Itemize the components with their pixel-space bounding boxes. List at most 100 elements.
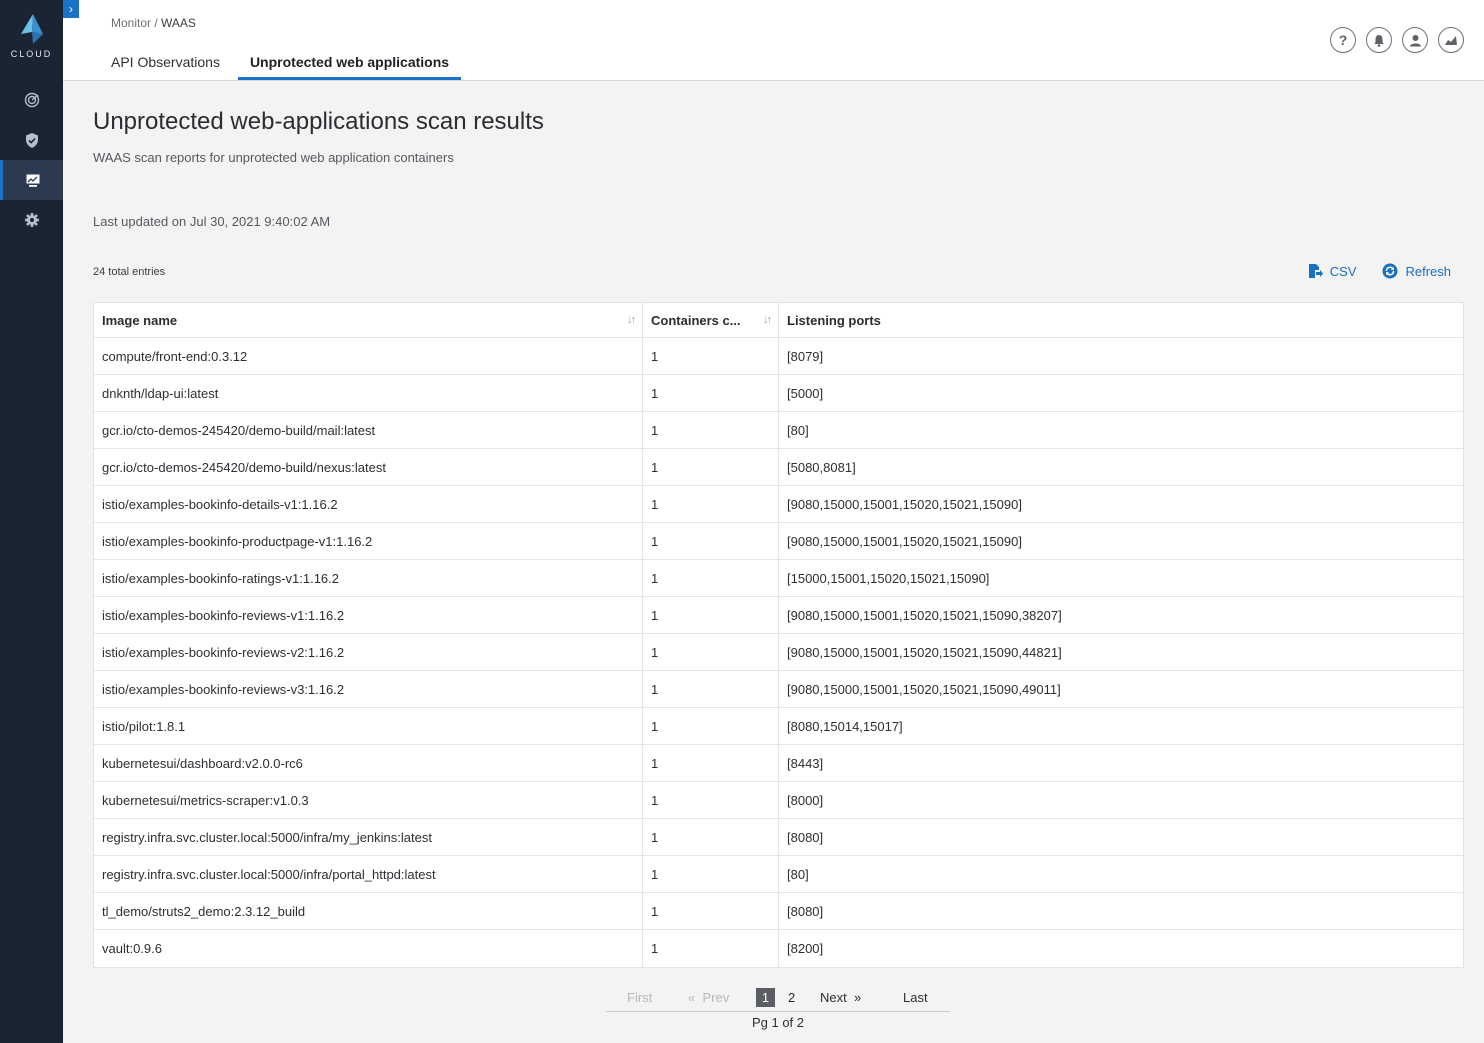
listening-ports-cell: [9080,15000,15001,15020,15021,15090]	[787, 496, 1022, 512]
image-name-cell: gcr.io/cto-demos-245420/demo-build/mail:…	[94, 412, 643, 448]
refresh-button[interactable]: Refresh	[1382, 263, 1451, 279]
help-icon[interactable]: ?	[1330, 27, 1356, 53]
listening-ports-cell: [80]	[787, 866, 809, 882]
image-name-cell: dnknth/ldap-ui:latest	[94, 375, 643, 411]
analytics-icon[interactable]	[1438, 27, 1464, 53]
table-row[interactable]: tl_demo/struts2_demo:2.3.12_build 1 [8080]	[94, 893, 1463, 930]
containers-count-cell: 1	[643, 412, 779, 448]
tab-unprotected-web-applications[interactable]: Unprotected web applications	[237, 46, 462, 80]
image-name-cell: istio/examples-bookinfo-details-v1:1.16.…	[94, 486, 643, 522]
table-row[interactable]: istio/examples-bookinfo-details-v1:1.16.…	[94, 486, 1463, 523]
user-icon[interactable]	[1402, 27, 1428, 53]
table-row[interactable]: istio/examples-bookinfo-productpage-v1:1…	[94, 523, 1463, 560]
tab-api-observations[interactable]: API Observations	[99, 46, 232, 80]
column-header-image-name[interactable]: Image name ↓↑	[94, 303, 643, 337]
sort-icon[interactable]: ↓↑	[763, 314, 772, 326]
containers-count-cell: 1	[643, 597, 779, 633]
image-name-cell: istio/examples-bookinfo-reviews-v1:1.16.…	[94, 597, 643, 633]
listening-ports-cell: [5080,8081]	[787, 459, 856, 475]
last-updated-text: Last updated on Jul 30, 2021 9:40:02 AM	[93, 214, 331, 229]
table-row[interactable]: kubernetesui/metrics-scraper:v1.0.3 1 [800…	[94, 782, 1463, 819]
sidebar-expand-button[interactable]: ›	[63, 0, 79, 18]
containers-count-cell: 1	[643, 856, 779, 892]
table-row[interactable]: gcr.io/cto-demos-245420/demo-build/mail:…	[94, 412, 1463, 449]
listening-ports-cell: [9080,15000,15001,15020,15021,15090,3820…	[787, 607, 1062, 623]
containers-count-cell: 1	[643, 449, 779, 485]
table-row[interactable]: istio/examples-bookinfo-reviews-v2:1.16.…	[94, 634, 1463, 671]
table-row[interactable]: istio/examples-bookinfo-ratings-v1:1.16.…	[94, 560, 1463, 597]
table-row[interactable]: istio/pilot:1.8.1 1 [8080,15014,15017]	[94, 708, 1463, 745]
listening-ports-cell: [8443]	[787, 755, 824, 771]
image-name-cell: istio/pilot:1.8.1	[94, 708, 643, 744]
containers-count-cell: 1	[643, 560, 779, 596]
logo[interactable]: CLOUD	[0, 14, 63, 59]
shield-icon	[25, 132, 38, 148]
listening-ports-cell: [9080,15000,15001,15020,15021,15090,4482…	[787, 644, 1062, 660]
monitor-icon	[26, 174, 40, 187]
alert-icon[interactable]	[1366, 27, 1392, 53]
listening-ports-cell: [8200]	[787, 941, 824, 956]
image-name-cell: kubernetesui/dashboard:v2.0.0-rc6	[94, 745, 643, 781]
listening-ports-cell: [8080,15014,15017]	[787, 718, 903, 734]
containers-count-cell: 1	[643, 671, 779, 707]
image-name-cell: tl_demo/struts2_demo:2.3.12_build	[94, 893, 643, 929]
breadcrumb: Monitor / WAAS	[111, 16, 196, 30]
last-page-button[interactable]: Last	[903, 990, 928, 1005]
tab-bar: API Observations Unprotected web applica…	[99, 46, 467, 80]
first-page-button[interactable]: First	[627, 990, 652, 1005]
containers-count-cell: 1	[643, 819, 779, 855]
listening-ports-cell: [8000]	[787, 792, 824, 808]
image-name-cell: registry.infra.svc.cluster.local:5000/in…	[94, 819, 643, 855]
csv-button[interactable]: CSV	[1307, 263, 1357, 279]
chevron-right-icon: ›	[69, 2, 73, 16]
image-name-cell: kubernetesui/metrics-scraper:v1.0.3	[94, 782, 643, 818]
column-header-containers-count[interactable]: Containers c... ↓↑	[643, 303, 779, 337]
table-row[interactable]: compute/front-end:0.3.12 1 [8079]	[94, 338, 1463, 375]
table-row[interactable]: dnknth/ldap-ui:latest 1 [5000]	[94, 375, 1463, 412]
image-name-cell: vault:0.9.6	[94, 930, 643, 967]
nav-defend[interactable]	[0, 120, 63, 160]
image-name-cell: compute/front-end:0.3.12	[94, 338, 643, 374]
containers-count-cell: 1	[643, 708, 779, 744]
breadcrumb-parent[interactable]: Monitor	[111, 16, 151, 30]
listening-ports-cell: [8080]	[787, 903, 824, 919]
image-name-cell: istio/examples-bookinfo-reviews-v3:1.16.…	[94, 671, 643, 707]
listening-ports-cell: [9080,15000,15001,15020,15021,15090,4901…	[787, 681, 1061, 697]
table-row[interactable]: registry.infra.svc.cluster.local:5000/in…	[94, 856, 1463, 893]
breadcrumb-current: WAAS	[161, 16, 196, 30]
listening-ports-cell: [5000]	[787, 385, 824, 401]
logo-icon	[20, 14, 43, 44]
listening-ports-cell: [8080]	[787, 829, 824, 845]
table-row[interactable]: istio/examples-bookinfo-reviews-v3:1.16.…	[94, 671, 1463, 708]
page-subtitle: WAAS scan reports for unprotected web ap…	[93, 150, 454, 165]
nav-radar[interactable]	[0, 80, 63, 120]
refresh-icon	[1382, 263, 1398, 279]
nav-monitor[interactable]	[0, 160, 63, 200]
listening-ports-cell: [80]	[787, 422, 809, 438]
table-row[interactable]: registry.infra.svc.cluster.local:5000/in…	[94, 819, 1463, 856]
table-row[interactable]: kubernetesui/dashboard:v2.0.0-rc6 1 [8443]	[94, 745, 1463, 782]
image-name-cell: gcr.io/cto-demos-245420/demo-build/nexus…	[94, 449, 643, 485]
page-1-button[interactable]: 1	[756, 988, 775, 1007]
header-icons: ?	[1320, 27, 1464, 53]
table-row[interactable]: istio/examples-bookinfo-reviews-v1:1.16.…	[94, 597, 1463, 634]
gear-icon	[24, 213, 39, 227]
containers-count-cell: 1	[643, 486, 779, 522]
containers-count-cell: 1	[643, 338, 779, 374]
sort-icon[interactable]: ↓↑	[627, 314, 636, 326]
image-name-cell: istio/examples-bookinfo-ratings-v1:1.16.…	[94, 560, 643, 596]
containers-count-cell: 1	[643, 375, 779, 411]
next-page-button[interactable]: Next »	[820, 990, 861, 1005]
containers-count-cell: 1	[643, 930, 779, 967]
nav-manage[interactable]	[0, 200, 63, 240]
table-row[interactable]: gcr.io/cto-demos-245420/demo-build/nexus…	[94, 449, 1463, 486]
containers-count-cell: 1	[643, 893, 779, 929]
table-header-row: Image name ↓↑ Containers c... ↓↑ Listeni…	[94, 303, 1463, 338]
csv-label: CSV	[1329, 263, 1357, 279]
page-2-button[interactable]: 2	[788, 990, 795, 1005]
table-row[interactable]: vault:0.9.6 1 [8200]	[94, 930, 1463, 967]
listening-ports-cell: [8079]	[787, 348, 824, 364]
logo-text: CLOUD	[10, 49, 53, 59]
radar-icon	[24, 92, 39, 108]
prev-page-button[interactable]: « Prev	[688, 990, 729, 1005]
